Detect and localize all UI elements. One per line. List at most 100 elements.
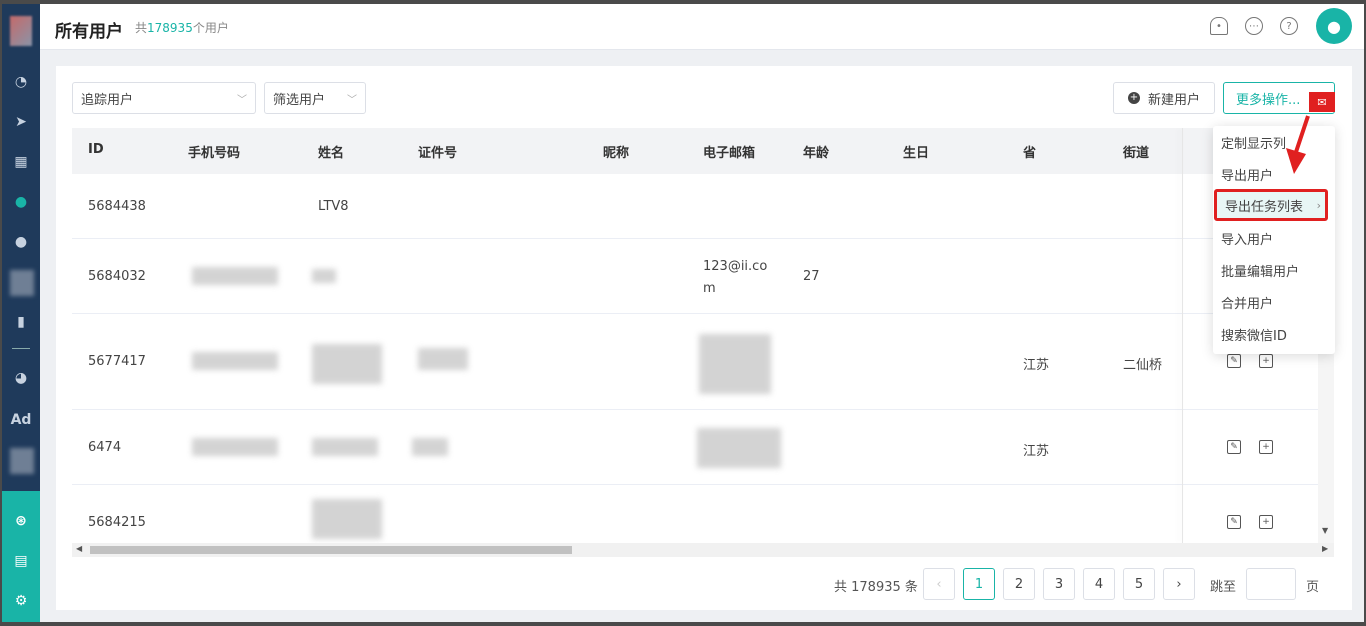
page-button-1[interactable]: 1 <box>963 568 995 600</box>
blurred-menu-item <box>10 270 34 296</box>
add-note-icon[interactable]: + <box>1259 515 1273 529</box>
sidebar-divider <box>12 348 30 349</box>
server-icon[interactable]: ▤ <box>2 547 40 575</box>
track-user-select[interactable]: 追踪用户 ﹀ <box>72 82 256 114</box>
page-button-5[interactable]: 5 <box>1123 568 1155 600</box>
table-row[interactable]: 5684032 123@ii.co m 27 <box>72 239 1334 314</box>
chevron-down-icon: ﹀ <box>347 94 357 106</box>
plus-icon: + <box>1127 92 1140 104</box>
wechat-icon[interactable]: ◕ <box>2 364 40 392</box>
jump-label: 跳至 <box>1210 580 1237 595</box>
col-id[interactable]: ID <box>88 142 104 157</box>
annotation-arrow <box>1286 115 1310 174</box>
redacted-name <box>312 438 378 456</box>
menu-item-export-task-list[interactable]: 导出任务列表 › <box>1214 189 1328 221</box>
jump-page-input[interactable] <box>1246 568 1296 600</box>
cell-province: 江苏 <box>1023 358 1050 373</box>
cell-id: 6474 <box>88 440 122 455</box>
sidebar: ◔ ➤ ▦ ● ● ▮ ◕ Ad ⊛ ▤ ⚙ <box>2 4 40 622</box>
table-row[interactable]: 5684438 LTV8 <box>72 174 1334 239</box>
edit-icon[interactable]: ✎ <box>1227 354 1241 368</box>
layout-icon[interactable]: ▦ <box>2 148 40 176</box>
redacted-name <box>312 269 336 283</box>
redacted-phone <box>192 438 278 456</box>
col-nickname[interactable]: 昵称 <box>603 142 629 161</box>
top-bar: 所有用户 共178935个用户 • ⋯ ? ● <box>40 4 1364 50</box>
redacted-name <box>312 499 382 539</box>
horizontal-scrollbar[interactable]: ◀ ▶ <box>72 543 1334 557</box>
scroll-down-icon[interactable]: ▼ <box>1322 526 1328 535</box>
users-icon[interactable]: ● <box>2 228 40 256</box>
page-button-3[interactable]: 3 <box>1043 568 1075 600</box>
app-logo <box>10 16 32 46</box>
avatar-icon[interactable]: ● <box>1316 8 1352 44</box>
next-page-button[interactable]: › <box>1163 568 1195 600</box>
menu-item-import-users[interactable]: 导入用户 <box>1213 222 1335 254</box>
row-actions: ✎ + <box>1227 354 1279 368</box>
page-title: 所有用户 <box>55 22 123 42</box>
horizontal-scroll-thumb[interactable] <box>90 546 572 554</box>
cell-id: 5684438 <box>88 199 146 214</box>
table-row[interactable]: 5684215 ✎ + <box>72 485 1334 543</box>
redacted-email <box>697 428 781 468</box>
cell-email-wrap: m <box>703 281 716 296</box>
gear-icon[interactable]: ⚙ <box>2 587 40 615</box>
new-user-button[interactable]: + 新建用户 <box>1113 82 1215 114</box>
send-icon[interactable]: ➤ <box>2 108 40 136</box>
row-actions: ✎ + <box>1227 440 1279 454</box>
prev-page-button[interactable]: ‹ <box>923 568 955 600</box>
col-phone[interactable]: 手机号码 <box>188 142 240 161</box>
redacted-phone <box>192 352 278 370</box>
bell-icon[interactable]: • <box>1210 17 1228 35</box>
user-icon[interactable]: ● <box>2 188 40 216</box>
edit-icon[interactable]: ✎ <box>1227 515 1241 529</box>
page-unit-label: 页 <box>1306 580 1320 595</box>
col-province[interactable]: 省 <box>1023 142 1036 161</box>
blurred-menu-item <box>10 448 34 474</box>
chevron-right-icon: › <box>1316 198 1321 212</box>
pagination-total: 共 178935 条 <box>834 580 918 595</box>
filter-user-select[interactable]: 筛选用户 ﹀ <box>264 82 366 114</box>
col-email[interactable]: 电子邮箱 <box>703 142 755 161</box>
col-id-number[interactable]: 证件号 <box>418 142 457 161</box>
users-table: ID 手机号码 姓名 证件号 昵称 电子邮箱 年龄 生日 省 街道 568443… <box>72 128 1334 543</box>
cell-age: 27 <box>803 269 820 284</box>
table-row[interactable]: 6474 江苏 ✎ + <box>72 410 1334 485</box>
bar-chart-icon[interactable]: ▮ <box>2 308 40 336</box>
col-name[interactable]: 姓名 <box>318 142 344 161</box>
add-note-icon[interactable]: + <box>1259 440 1273 454</box>
cell-province: 江苏 <box>1023 444 1050 459</box>
scroll-right-icon[interactable]: ▶ <box>1322 544 1328 553</box>
scroll-left-icon[interactable]: ◀ <box>76 544 82 553</box>
chat-icon[interactable]: ⋯ <box>1245 17 1263 35</box>
page-button-4[interactable]: 4 <box>1083 568 1115 600</box>
sidebar-bottom-panel: ⊛ ▤ ⚙ <box>2 491 40 622</box>
cell-name: LTV8 <box>318 199 349 214</box>
help-icon[interactable]: ? <box>1280 17 1298 35</box>
cell-street: 二仙桥 <box>1123 358 1163 373</box>
user-count: 共178935个用户 <box>135 21 229 35</box>
menu-item-merge-users[interactable]: 合并用户 <box>1213 286 1335 318</box>
app-window: ◔ ➤ ▦ ● ● ▮ ◕ Ad ⊛ ▤ ⚙ 所有用户 共178935个用户 •… <box>2 4 1364 622</box>
redacted-id-number <box>412 438 448 456</box>
ad-icon[interactable]: Ad <box>2 406 40 434</box>
table-row[interactable]: 5677417 江苏 二仙桥 ✎ + <box>72 314 1334 410</box>
col-street[interactable]: 街道 <box>1123 142 1149 161</box>
add-note-icon[interactable]: + <box>1259 354 1273 368</box>
dashboard-icon[interactable]: ◔ <box>2 68 40 96</box>
cell-id: 5677417 <box>88 354 146 369</box>
menu-item-bulk-edit[interactable]: 批量编辑用户 <box>1213 254 1335 286</box>
network-icon[interactable]: ⊛ <box>2 507 40 535</box>
mail-icon[interactable]: ✉ <box>1309 92 1335 112</box>
col-birthday[interactable]: 生日 <box>903 142 929 161</box>
page-button-2[interactable]: 2 <box>1003 568 1035 600</box>
fixed-column-shadow <box>1182 128 1183 543</box>
users-card: 追踪用户 ﹀ 筛选用户 ﹀ + 新建用户 更多操作... ✉ ID 手机号码 姓名 证… <box>56 66 1352 610</box>
menu-item-search-wechat-id[interactable]: 搜索微信ID <box>1213 318 1335 350</box>
col-age[interactable]: 年龄 <box>803 142 829 161</box>
table-header: ID 手机号码 姓名 证件号 昵称 电子邮箱 年龄 生日 省 街道 <box>72 128 1334 174</box>
redacted-name <box>312 344 382 384</box>
redacted-email <box>699 334 771 394</box>
edit-icon[interactable]: ✎ <box>1227 440 1241 454</box>
cell-email: 123@ii.co <box>703 259 768 274</box>
